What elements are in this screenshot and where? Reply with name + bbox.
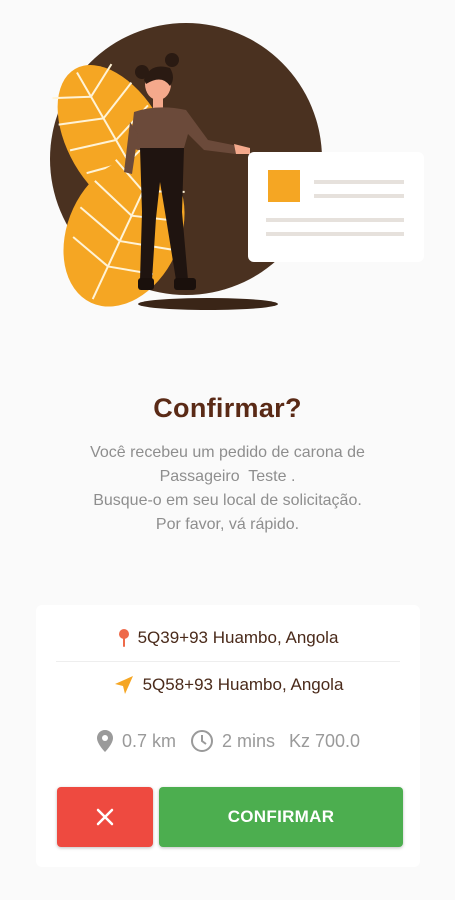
duration-stat: 2 mins: [190, 729, 275, 753]
dialog-title: Confirmar?: [153, 393, 302, 423]
ground-shadow: [138, 298, 278, 310]
trip-stats: 0.7 km 2 mins Kz 700.0: [36, 723, 420, 759]
fare-stat: Kz 700.0: [289, 731, 360, 752]
clock-icon: [190, 730, 213, 752]
fare-value: Kz 700.0: [288, 730, 361, 751]
pin-icon: [118, 629, 129, 647]
message-line: Busque-o em seu local de solicitação.: [93, 492, 362, 509]
ride-request-illustration: [50, 23, 424, 310]
trip-details-card: 5Q39+93 Huambo, Angola 5Q58+93 Huambo, A…: [36, 605, 420, 867]
id-card-graphic: [248, 152, 424, 262]
distance-stat: 0.7 km: [96, 729, 176, 753]
destination-address: 5Q58+93 Huambo, Angola: [142, 675, 344, 694]
pickup-address: 5Q39+93 Huambo, Angola: [137, 628, 339, 647]
navigation-arrow-icon: [114, 676, 133, 694]
message-line: Passageiro Teste .: [159, 468, 296, 485]
message-line: Você recebeu um pedido de carona de: [90, 444, 365, 461]
dialog-message: Você recebeu um pedido de carona de Pass…: [30, 441, 425, 537]
cancel-button[interactable]: [57, 787, 153, 847]
destination-row: 5Q58+93 Huambo, Angola: [36, 662, 420, 708]
confirm-button[interactable]: CONFIRMAR: [159, 787, 403, 847]
message-line: Por favor, vá rápido.: [155, 516, 300, 533]
duration-value: 2 mins: [221, 730, 275, 751]
pickup-row: 5Q39+93 Huambo, Angola: [36, 615, 420, 661]
close-icon: [96, 808, 114, 826]
location-pin-icon: [96, 730, 113, 752]
distance-value: 0.7 km: [121, 730, 176, 751]
